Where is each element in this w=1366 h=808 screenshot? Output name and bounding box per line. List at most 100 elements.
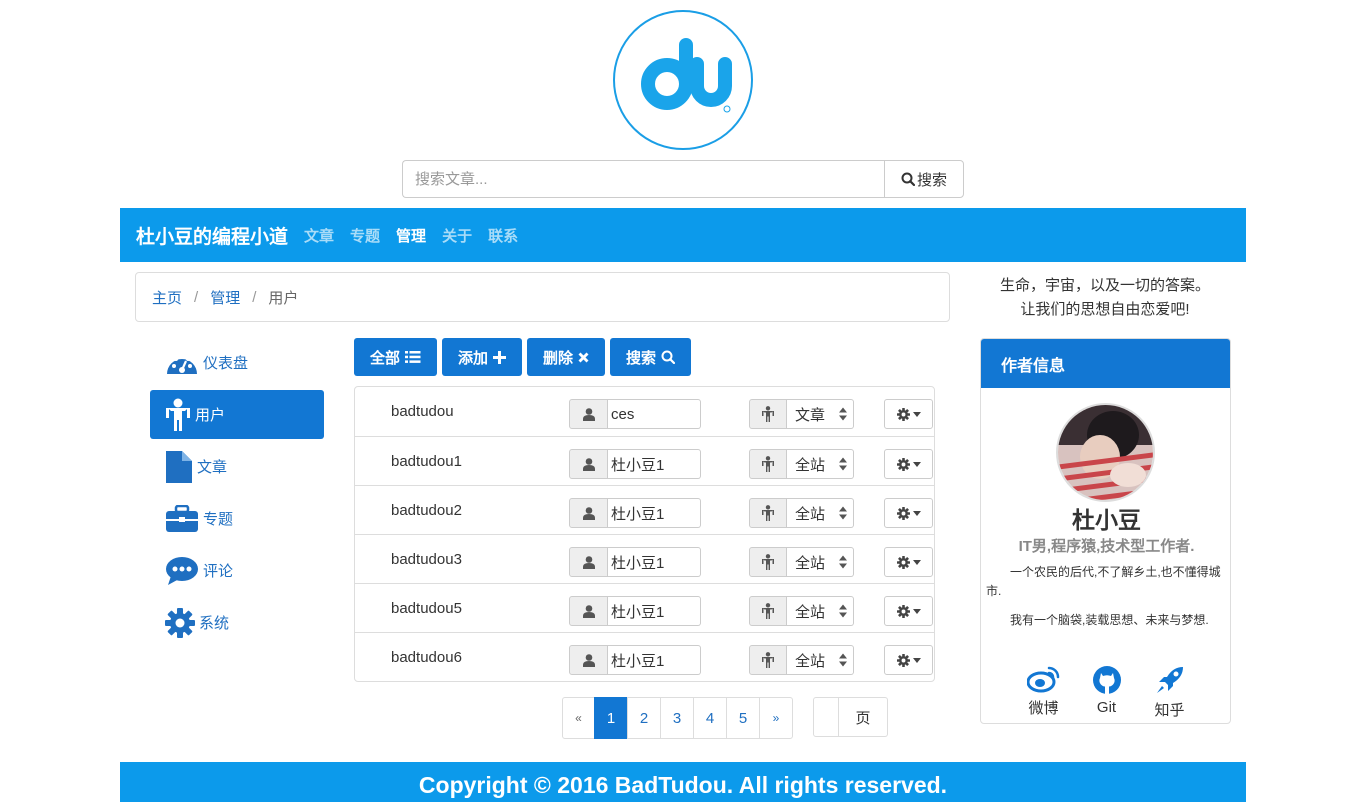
author-desc-2: 我有一个脑袋,装载思想、未来与梦想. bbox=[1010, 613, 1209, 627]
scope-select[interactable]: 文章 bbox=[787, 399, 854, 429]
sidebar-item-articles[interactable]: 文章 bbox=[150, 442, 324, 491]
row-settings-dropdown[interactable] bbox=[884, 498, 933, 528]
username: badtudou5 bbox=[391, 600, 462, 617]
scope-select[interactable]: 全站 bbox=[787, 449, 854, 479]
author-photo bbox=[1058, 405, 1153, 500]
search-button[interactable]: 搜索 bbox=[884, 160, 964, 198]
site-brand[interactable]: 杜小豆的编程小道 bbox=[136, 222, 288, 249]
caret-down-icon bbox=[912, 608, 921, 614]
nickname-field[interactable]: 杜小豆1 bbox=[608, 596, 701, 626]
scope-value: 文章 bbox=[795, 406, 826, 424]
scope-value: 全站 bbox=[795, 456, 826, 474]
scope-addon bbox=[749, 498, 787, 528]
scope-addon bbox=[749, 645, 787, 675]
sidebar-item-label: 评论 bbox=[203, 563, 234, 580]
social-label-weibo: 微博 bbox=[1028, 700, 1059, 717]
weibo-icon bbox=[1026, 666, 1059, 693]
social-link-zhihu[interactable]: 知乎 bbox=[1138, 665, 1201, 720]
sidebar-item-system[interactable]: 系统 bbox=[150, 598, 324, 647]
scope-select-group: 全站 bbox=[749, 596, 854, 626]
pagination-page-3[interactable]: 3 bbox=[660, 697, 694, 739]
scope-select[interactable]: 全站 bbox=[787, 596, 854, 626]
comment-icon bbox=[166, 556, 198, 585]
motto-line-1: 生命，宇宙，以及一切的答案。 bbox=[999, 277, 1210, 294]
nav-link-about[interactable]: 关于 bbox=[442, 225, 472, 246]
nickname-input-group: ces bbox=[569, 399, 701, 429]
nickname-field[interactable]: 杜小豆1 bbox=[608, 498, 701, 528]
search-input[interactable] bbox=[402, 160, 884, 198]
username: badtudou1 bbox=[391, 453, 462, 470]
page-jump-input[interactable] bbox=[813, 697, 839, 737]
nickname-field[interactable]: 杜小豆1 bbox=[608, 547, 701, 577]
sidebar-item-comments[interactable]: 评论 bbox=[150, 546, 324, 595]
pagination-page-4[interactable]: 4 bbox=[693, 697, 727, 739]
scope-value: 全站 bbox=[795, 603, 826, 621]
gear-icon bbox=[896, 407, 910, 421]
nickname-field[interactable]: 杜小豆1 bbox=[608, 645, 701, 675]
author-description: 一个农民的后代,不了解乡土,也不懂得城市. 我有一个脑袋,装载思想、未来与梦想. bbox=[986, 563, 1228, 640]
row-settings-dropdown[interactable] bbox=[884, 449, 933, 479]
social-label-zhihu: 知乎 bbox=[1154, 702, 1185, 719]
scope-select-group: 全站 bbox=[749, 645, 854, 675]
page-jump: 页 bbox=[813, 697, 888, 737]
scope-select-group: 全站 bbox=[749, 547, 854, 577]
gear-icon bbox=[896, 604, 910, 618]
author-desc-1: 一个农民的后代,不了解乡土,也不懂得城市. bbox=[986, 565, 1221, 598]
show-all-button[interactable]: 全部 bbox=[354, 338, 438, 376]
social-link-git[interactable]: Git bbox=[1075, 665, 1138, 720]
table-row: badtudou6 杜小豆1 全站 bbox=[355, 632, 934, 681]
scope-addon bbox=[749, 449, 787, 479]
author-subtitle: IT男,程序猿,技术型工作者. bbox=[1018, 538, 1195, 555]
nickname-addon bbox=[569, 596, 608, 626]
scope-addon bbox=[749, 399, 787, 429]
sidebar-item-topics[interactable]: 专题 bbox=[150, 494, 324, 543]
nav-link-topics[interactable]: 专题 bbox=[350, 225, 380, 246]
social-label-git: Git bbox=[1096, 699, 1117, 716]
nav-link-articles[interactable]: 文章 bbox=[304, 225, 334, 246]
gear-icon bbox=[896, 555, 910, 569]
table-row: badtudou2 杜小豆1 全站 bbox=[355, 485, 934, 534]
breadcrumb-separator: / bbox=[194, 288, 199, 306]
du-logo-icon bbox=[641, 38, 732, 113]
add-user-button[interactable]: 添加 bbox=[442, 338, 523, 376]
user-icon bbox=[166, 398, 190, 431]
table-row: badtudou1 杜小豆1 全站 bbox=[355, 436, 934, 485]
person-icon bbox=[762, 406, 774, 422]
social-link-weibo[interactable]: 微博 bbox=[1012, 665, 1075, 720]
row-settings-dropdown[interactable] bbox=[884, 547, 933, 577]
search-icon bbox=[901, 172, 915, 186]
search-user-button[interactable]: 搜索 bbox=[610, 338, 692, 376]
dashboard-icon bbox=[167, 353, 197, 374]
row-settings-dropdown[interactable] bbox=[884, 596, 933, 626]
show-all-label: 全部 bbox=[370, 349, 401, 367]
pagination-page-5[interactable]: 5 bbox=[726, 697, 760, 739]
scope-select-group: 文章 bbox=[749, 399, 854, 429]
site-logo[interactable] bbox=[613, 10, 753, 150]
breadcrumb-admin[interactable]: 管理 bbox=[210, 287, 240, 308]
add-user-label: 添加 bbox=[458, 349, 489, 367]
scope-addon bbox=[749, 547, 787, 577]
pagination-next[interactable]: » bbox=[759, 697, 793, 739]
nickname-field[interactable]: ces bbox=[608, 399, 701, 429]
author-panel: 作者信息 杜小豆 IT男,程序猿,技术型工作者. 一个农民的后代,不了解乡土,也… bbox=[980, 338, 1231, 724]
main-navbar: 杜小豆的编程小道 文章 专题 管理 关于 联系 bbox=[120, 208, 1246, 262]
delete-user-button[interactable]: 删除 bbox=[527, 338, 606, 376]
scope-select[interactable]: 全站 bbox=[787, 645, 854, 675]
scope-select[interactable]: 全站 bbox=[787, 547, 854, 577]
gear-icon bbox=[896, 653, 910, 667]
user-icon bbox=[582, 653, 595, 667]
sidebar-item-users[interactable]: 用户 bbox=[150, 390, 324, 439]
nav-link-admin[interactable]: 管理 bbox=[396, 225, 426, 246]
pagination-prev[interactable]: « bbox=[562, 697, 595, 739]
sidebar-item-dashboard[interactable]: 仪表盘 bbox=[150, 338, 324, 387]
nav-link-contact[interactable]: 联系 bbox=[488, 225, 518, 246]
scope-select[interactable]: 全站 bbox=[787, 498, 854, 528]
caret-down-icon bbox=[912, 411, 921, 417]
nickname-field[interactable]: 杜小豆1 bbox=[608, 449, 701, 479]
sidebar-item-label: 仪表盘 bbox=[203, 355, 249, 372]
row-settings-dropdown[interactable] bbox=[884, 645, 933, 675]
breadcrumb-home[interactable]: 主页 bbox=[152, 287, 182, 308]
row-settings-dropdown[interactable] bbox=[884, 399, 933, 429]
pagination-page-1[interactable]: 1 bbox=[594, 697, 628, 739]
pagination-page-2[interactable]: 2 bbox=[627, 697, 661, 739]
